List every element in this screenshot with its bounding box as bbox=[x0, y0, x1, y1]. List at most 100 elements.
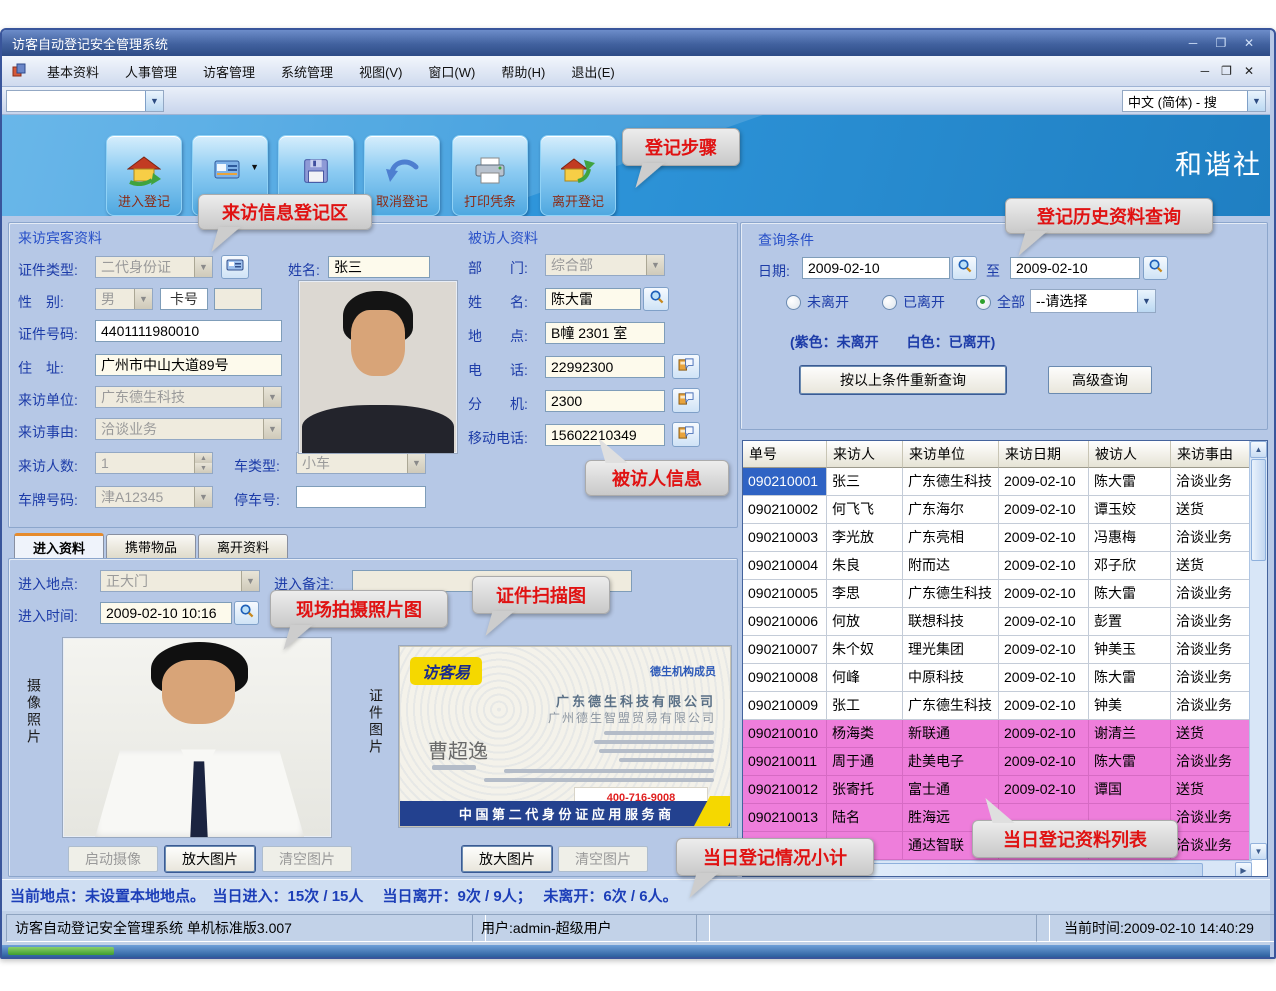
menu-item[interactable]: 窗口(W) bbox=[415, 58, 488, 85]
enter-registration-button[interactable]: 进入登记 bbox=[106, 135, 182, 216]
id-number-input[interactable]: 4401111980010 bbox=[95, 320, 282, 342]
radio-left[interactable]: 已离开 bbox=[882, 292, 945, 312]
phone-call-button-1[interactable] bbox=[672, 354, 700, 379]
table-row[interactable]: 090210010 杨海类 新联通 2009-02-10 谢清兰 送货 bbox=[743, 720, 1252, 748]
table-row[interactable]: 090210002 何飞飞 广东海尔 2009-02-10 谭玉姣 送货 bbox=[743, 496, 1252, 524]
chevron-down-icon[interactable]: ▼ bbox=[145, 91, 163, 111]
mdi-close-icon[interactable]: ✕ bbox=[1244, 64, 1254, 78]
table-row[interactable]: 090210004 朱良 附而达 2009-02-10 邓子欣 送货 bbox=[743, 552, 1252, 580]
spinner-arrows-icon[interactable]: ▲▼ bbox=[194, 453, 212, 473]
date-from-picker-button[interactable] bbox=[952, 256, 977, 280]
table-row[interactable]: 090210009 张工 广东德生科技 2009-02-10 钟美 洽谈业务 bbox=[743, 692, 1252, 720]
column-header[interactable]: 被访人 bbox=[1089, 441, 1171, 468]
chevron-down-icon[interactable]: ▼ bbox=[250, 162, 259, 172]
menu-item[interactable]: 系统管理 bbox=[268, 58, 346, 85]
entry-location-combo[interactable]: 正大门▼ bbox=[100, 570, 260, 592]
vehicle-type-combo[interactable]: 小车▼ bbox=[296, 452, 426, 474]
mdi-minimize-icon[interactable]: ─ bbox=[1201, 64, 1210, 78]
tab-carried-items[interactable]: 携带物品 bbox=[106, 534, 196, 558]
minimize-icon[interactable]: ─ bbox=[1182, 35, 1204, 52]
menu-item[interactable]: 退出(E) bbox=[558, 58, 627, 85]
menu-item[interactable]: 帮助(H) bbox=[488, 58, 558, 85]
cancel-registration-button[interactable]: 取消登记 bbox=[364, 135, 440, 216]
menu-item[interactable]: 视图(V) bbox=[346, 58, 415, 85]
parking-input[interactable] bbox=[296, 486, 426, 508]
camera-zoom-button[interactable]: 放大图片 bbox=[165, 846, 255, 872]
requery-button[interactable]: 按以上条件重新查询 bbox=[800, 366, 1006, 394]
gender-combo[interactable]: 男▼ bbox=[95, 288, 153, 310]
column-header[interactable]: 单号 bbox=[743, 441, 827, 468]
entry-location-label: 进入地点: bbox=[18, 574, 78, 594]
window-title: 访客自动登记安全管理系统 bbox=[12, 34, 168, 53]
date-from-input[interactable]: 2009-02-10 bbox=[802, 257, 950, 279]
chevron-down-icon: ▼ bbox=[194, 487, 212, 507]
chevron-down-icon[interactable]: ▼ bbox=[1247, 91, 1265, 111]
menu-item[interactable]: 访客管理 bbox=[190, 58, 268, 85]
table-row[interactable]: 090210011 周于通 赴美电子 2009-02-10 陈大雷 洽谈业务 bbox=[743, 748, 1252, 776]
id-card-member: 德生机构成员 bbox=[650, 663, 716, 679]
mdi-restore-icon[interactable]: ❐ bbox=[1221, 64, 1232, 78]
menu-item[interactable]: 人事管理 bbox=[112, 58, 190, 85]
table-row[interactable]: 090210006 何放 联想科技 2009-02-10 彭置 洽谈业务 bbox=[743, 608, 1252, 636]
phone-input[interactable]: 22992300 bbox=[545, 356, 665, 378]
scroll-up-icon[interactable]: ▲ bbox=[1250, 441, 1267, 458]
column-header[interactable]: 来访日期 bbox=[999, 441, 1089, 468]
tab-leave-info[interactable]: 离开资料 bbox=[198, 534, 288, 558]
visit-company-combo[interactable]: 广东德生科技▼ bbox=[95, 386, 282, 408]
column-header[interactable]: 来访人 bbox=[827, 441, 903, 468]
dept-combo[interactable]: 综合部▼ bbox=[545, 254, 665, 276]
id-zoom-button[interactable]: 放大图片 bbox=[462, 846, 552, 872]
search-icon bbox=[957, 258, 972, 278]
quick-select-combo[interactable]: ▼ bbox=[6, 90, 164, 112]
plate-combo[interactable]: 津A12345▼ bbox=[95, 486, 213, 508]
phone-call-button-2[interactable] bbox=[672, 388, 700, 413]
start-camera-button[interactable]: 启动摄像 bbox=[68, 846, 158, 872]
table-row[interactable]: 090210007 朱个奴 理光集团 2009-02-10 钟美玉 洽谈业务 bbox=[743, 636, 1252, 664]
address-input[interactable]: 广州市中山大道89号 bbox=[95, 354, 282, 376]
main-window: 访客自动登记安全管理系统 ─ ❐ ✕ 基本资料人事管理访客管理系统管理视图(V)… bbox=[0, 28, 1276, 959]
visitor-name-input[interactable]: 张三 bbox=[328, 256, 430, 278]
entry-time-picker-button[interactable] bbox=[234, 601, 259, 625]
date-to-picker-button[interactable] bbox=[1143, 256, 1168, 280]
radio-all[interactable]: 全部 bbox=[976, 292, 1025, 312]
card-reader-button[interactable] bbox=[221, 255, 249, 279]
name-search-button[interactable] bbox=[643, 287, 669, 311]
advanced-query-button[interactable]: 高级查询 bbox=[1048, 366, 1152, 394]
interviewee-name-input[interactable]: 陈大雷 bbox=[545, 288, 641, 310]
id-clear-button[interactable]: 清空图片 bbox=[558, 846, 648, 872]
radio-icon[interactable] bbox=[882, 295, 897, 310]
column-header[interactable]: 来访事由 bbox=[1171, 441, 1251, 468]
scroll-right-icon[interactable]: ▶ bbox=[1235, 862, 1252, 877]
location-input[interactable]: B幢 2301 室 bbox=[545, 322, 665, 344]
id-type-combo[interactable]: 二代身份证▼ bbox=[95, 256, 213, 278]
radio-checked-icon[interactable] bbox=[976, 295, 991, 310]
radio-icon[interactable] bbox=[786, 295, 801, 310]
card-no-input[interactable] bbox=[214, 288, 262, 310]
visitor-count-spinner[interactable]: 1 ▲▼ bbox=[95, 452, 213, 474]
search-icon bbox=[239, 603, 254, 623]
leave-registration-button[interactable]: 离开登记 bbox=[540, 135, 616, 216]
column-header[interactable]: 来访单位 bbox=[903, 441, 999, 468]
language-select[interactable]: 中文 (简体) - 搜 ▼ bbox=[1122, 90, 1266, 112]
print-receipt-button[interactable]: 打印凭条 bbox=[452, 135, 528, 216]
restore-icon[interactable]: ❐ bbox=[1210, 35, 1232, 52]
table-row[interactable]: 090210001 张三 广东德生科技 2009-02-10 陈大雷 洽谈业务 bbox=[743, 468, 1252, 496]
menu-item[interactable]: 基本资料 bbox=[34, 58, 112, 85]
vertical-scrollbar[interactable]: ▲ ▼ bbox=[1249, 441, 1267, 860]
to-label: 至 bbox=[986, 261, 1000, 281]
camera-clear-button[interactable]: 清空图片 bbox=[262, 846, 352, 872]
tab-entry-info[interactable]: 进入资料 bbox=[14, 533, 104, 558]
close-icon[interactable]: ✕ bbox=[1238, 35, 1260, 52]
phone-call-button-3[interactable] bbox=[672, 422, 700, 447]
entry-time-input[interactable]: 2009-02-10 10:16 bbox=[100, 602, 232, 624]
chevron-down-icon[interactable]: ▼ bbox=[1137, 290, 1155, 312]
table-row[interactable]: 090210003 李光放 广东亮相 2009-02-10 冯惠梅 洽谈业务 bbox=[743, 524, 1252, 552]
scroll-down-icon[interactable]: ▼ bbox=[1250, 843, 1267, 860]
table-row[interactable]: 090210008 何峰 中原科技 2009-02-10 陈大雷 洽谈业务 bbox=[743, 664, 1252, 692]
visit-reason-combo[interactable]: 洽谈业务▼ bbox=[95, 418, 282, 440]
filter-select[interactable]: --请选择 ▼ bbox=[1030, 289, 1156, 313]
radio-not-left[interactable]: 未离开 bbox=[786, 292, 849, 312]
ext-input[interactable]: 2300 bbox=[545, 390, 665, 412]
table-row[interactable]: 090210005 李思 广东德生科技 2009-02-10 陈大雷 洽谈业务 bbox=[743, 580, 1252, 608]
date-to-input[interactable]: 2009-02-10 bbox=[1010, 257, 1140, 279]
